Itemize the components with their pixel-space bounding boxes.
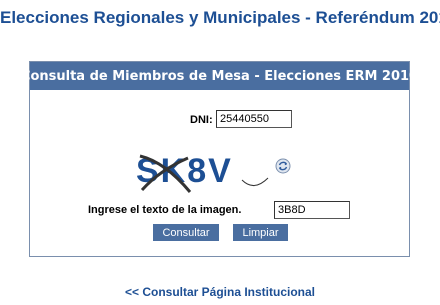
panel-header: Consulta de Miembros de Mesa - Eleccione… — [21, 62, 418, 90]
dni-input[interactable] — [216, 110, 292, 128]
limpiar-button[interactable]: Limpiar — [233, 224, 288, 241]
refresh-icon[interactable] — [275, 158, 291, 174]
captcha-label: Ingrese el texto de la imagen. — [88, 204, 242, 216]
page-title: Elecciones Regionales y Municipales - Re… — [0, 8, 440, 27]
captcha-input[interactable] — [274, 201, 350, 219]
consulta-panel: Consulta de Miembros de Mesa - Eleccione… — [21, 61, 418, 257]
consultar-button[interactable]: Consultar — [153, 224, 219, 241]
captcha-image: SK8V — [130, 140, 280, 196]
dni-label: DNI: — [190, 114, 213, 126]
institutional-page-link[interactable]: << Consultar Página Institucional — [0, 285, 440, 299]
